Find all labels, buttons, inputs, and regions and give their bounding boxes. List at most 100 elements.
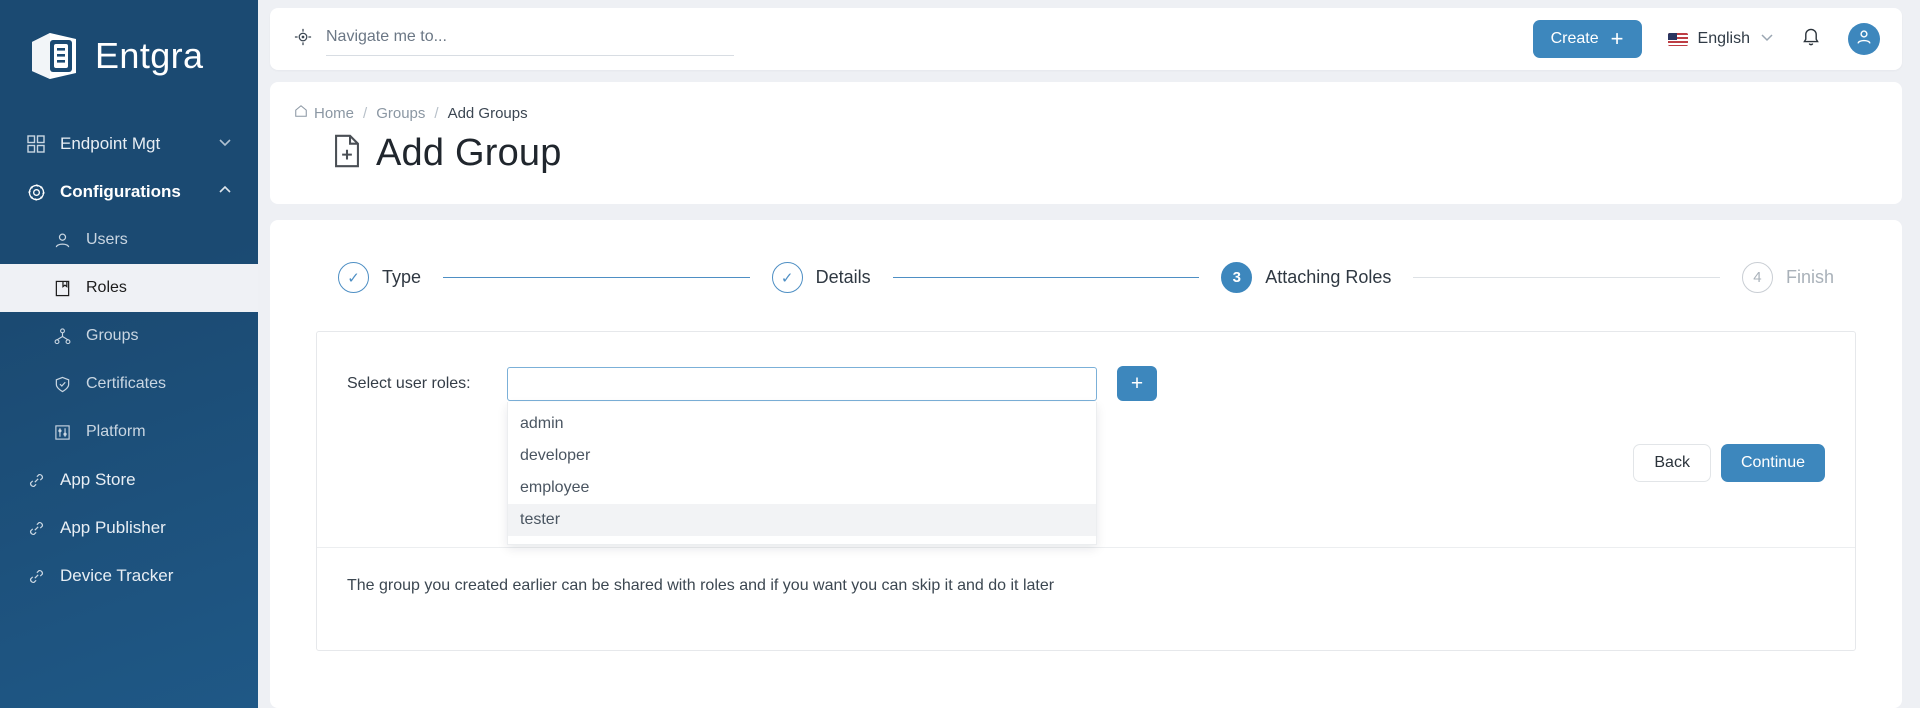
page-header-card: Home / Groups / Add Groups Add Group — [270, 82, 1902, 204]
entgra-logo-icon — [26, 28, 82, 84]
panel-divider — [317, 547, 1855, 548]
plus-icon: + — [1610, 26, 1624, 51]
step-connector — [443, 277, 750, 278]
notifications-button[interactable] — [1800, 26, 1822, 53]
main-area: Create + English — [258, 0, 1920, 708]
sidebar-item-label: Users — [86, 231, 128, 248]
attach-roles-panel: Select user roles: admin developer emplo… — [316, 331, 1856, 651]
breadcrumb: Home / Groups / Add Groups — [294, 104, 1902, 122]
sidebar-nav: Endpoint Mgt Configurations Users Roles … — [0, 112, 258, 600]
roles-select[interactable]: admin developer employee tester — [507, 366, 1097, 545]
link-icon — [26, 566, 46, 586]
content-card: ✓ Type ✓ Details 3 Attaching Roles 4 Fin… — [270, 220, 1902, 708]
breadcrumb-groups[interactable]: Groups — [376, 105, 425, 122]
home-icon — [294, 104, 308, 122]
top-header-actions: Create + English — [1532, 20, 1880, 58]
link-icon — [26, 518, 46, 538]
add-role-button[interactable]: + — [1117, 366, 1157, 401]
continue-button[interactable]: Continue — [1720, 444, 1825, 482]
back-button[interactable]: Back — [1633, 444, 1711, 482]
step-label: Details — [815, 267, 871, 287]
sidebar: Entgra Endpoint Mgt Configurations Users… — [0, 0, 258, 708]
step-details[interactable]: ✓ Details — [771, 262, 871, 293]
bell-icon — [1800, 26, 1822, 53]
sidebar-item-device-tracker[interactable]: Device Tracker — [0, 552, 258, 600]
breadcrumb-home[interactable]: Home — [294, 104, 354, 122]
chevron-down-icon — [1760, 30, 1774, 49]
brand-name: Entgra — [95, 35, 204, 76]
sidebar-item-label: Roles — [86, 279, 127, 296]
breadcrumb-current: Add Groups — [447, 104, 528, 122]
sidebar-item-endpoint-mgt[interactable]: Endpoint Mgt — [0, 120, 258, 168]
app-root: Entgra Endpoint Mgt Configurations Users… — [0, 0, 1920, 708]
dropdown-option-admin[interactable]: admin — [508, 408, 1096, 440]
dropdown-option-employee[interactable]: employee — [508, 472, 1096, 504]
target-locate-icon — [294, 28, 312, 51]
page-title: Add Group — [376, 132, 562, 174]
step-label: Finish — [1785, 267, 1834, 287]
chevron-up-icon — [218, 182, 232, 202]
step-indicator: ✓ — [771, 262, 803, 293]
breadcrumb-separator: / — [363, 104, 368, 122]
chevron-down-icon — [218, 134, 232, 154]
step-attaching-roles[interactable]: 3 Attaching Roles — [1221, 262, 1391, 293]
step-indicator: 3 — [1221, 262, 1253, 293]
sidebar-item-label: Endpoint Mgt — [60, 134, 161, 153]
language-selector[interactable]: English — [1667, 30, 1774, 49]
step-connector — [892, 277, 1200, 278]
page-title-row: Add Group — [294, 132, 1902, 175]
user-avatar-icon — [1855, 28, 1873, 51]
sidebar-item-configurations[interactable]: Configurations — [0, 168, 258, 216]
sidebar-item-label: Certificates — [86, 375, 167, 392]
top-header-bar: Create + English — [270, 8, 1902, 70]
sidebar-item-label: App Publisher — [60, 518, 166, 537]
sidebar-item-app-store[interactable]: App Store — [0, 456, 258, 504]
grid-icon — [26, 134, 46, 154]
step-label: Attaching Roles — [1265, 267, 1392, 287]
sidebar-item-roles[interactable]: Roles — [0, 264, 258, 312]
sidebar-item-users[interactable]: Users — [0, 216, 258, 264]
roles-select-input[interactable] — [507, 366, 1097, 401]
brand[interactable]: Entgra — [0, 0, 258, 112]
search-input[interactable] — [326, 22, 734, 56]
roles-icon — [52, 278, 72, 298]
step-indicator: 4 — [1741, 262, 1773, 293]
sidebar-item-groups[interactable]: Groups — [0, 312, 258, 360]
sidebar-item-platform[interactable]: Platform — [0, 408, 258, 456]
file-plus-icon — [332, 134, 362, 173]
groups-icon — [52, 326, 72, 346]
sidebar-item-label: Configurations — [60, 182, 181, 201]
select-roles-row: Select user roles: admin developer emplo… — [347, 366, 1825, 545]
sidebar-item-label: Device Tracker — [60, 566, 174, 585]
wizard-stepper: ✓ Type ✓ Details 3 Attaching Roles 4 Fin… — [316, 262, 1856, 293]
sidebar-item-app-publisher[interactable]: App Publisher — [0, 504, 258, 552]
dropdown-option-tester[interactable]: tester — [508, 503, 1096, 536]
sliders-icon — [52, 422, 72, 442]
sidebar-item-label: Platform — [86, 423, 146, 440]
shield-check-icon — [52, 374, 72, 394]
navigate-search[interactable] — [294, 22, 734, 56]
breadcrumb-home-label: Home — [314, 104, 355, 122]
avatar[interactable] — [1848, 23, 1880, 55]
helper-text: The group you created earlier can be sha… — [347, 577, 1055, 594]
us-flag-icon — [1667, 32, 1688, 46]
user-icon — [52, 230, 72, 250]
step-finish[interactable]: 4 Finish — [1741, 262, 1834, 293]
sidebar-item-label: Groups — [86, 327, 139, 344]
link-icon — [26, 470, 46, 490]
language-label: English — [1697, 30, 1750, 47]
gear-icon — [26, 182, 46, 202]
select-roles-label: Select user roles: — [347, 374, 471, 392]
sidebar-item-certificates[interactable]: Certificates — [0, 360, 258, 408]
roles-dropdown-menu: admin developer employee tester — [507, 401, 1097, 545]
step-connector — [1413, 277, 1720, 278]
create-button[interactable]: Create + — [1532, 20, 1642, 58]
wizard-actions: Back Continue — [1633, 444, 1825, 482]
dropdown-option-developer[interactable]: developer — [508, 440, 1096, 472]
step-type[interactable]: ✓ Type — [338, 262, 421, 293]
step-label: Type — [382, 267, 422, 287]
create-button-label: Create — [1550, 30, 1599, 47]
breadcrumb-separator: / — [434, 104, 439, 122]
sidebar-item-label: App Store — [60, 470, 136, 489]
step-indicator: ✓ — [338, 262, 369, 293]
